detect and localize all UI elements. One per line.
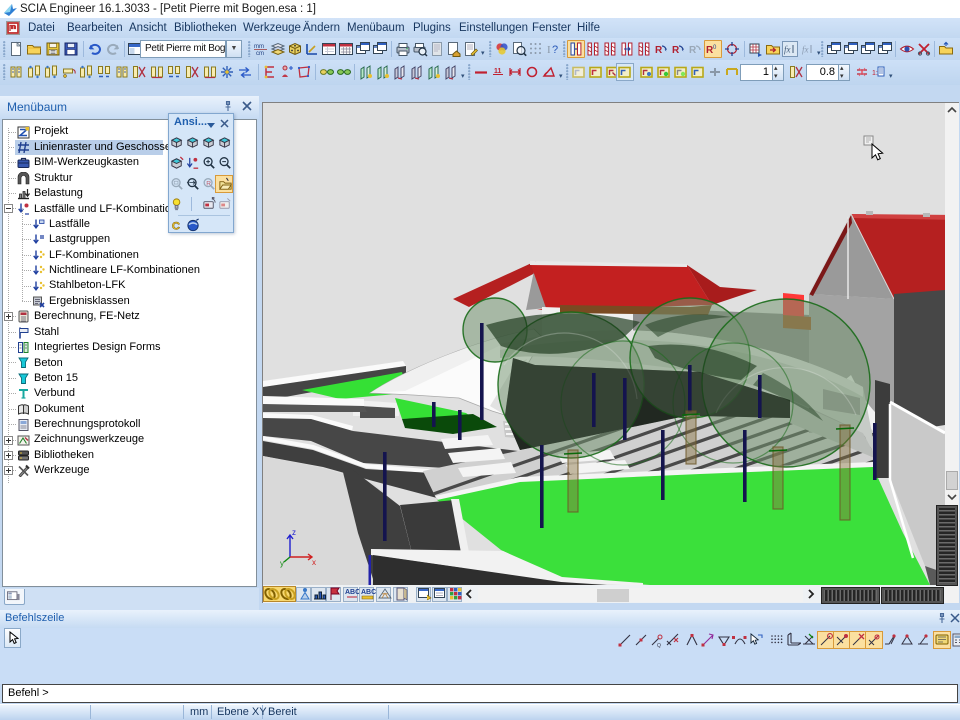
svg-text:R: R	[689, 45, 697, 56]
svg-text:Q: Q	[657, 643, 661, 648]
svg-text:ABC: ABC	[345, 589, 360, 596]
svg-text:z: z	[292, 528, 296, 537]
svg-text:?: ?	[552, 44, 558, 56]
svg-text:x: x	[312, 558, 316, 567]
svg-text:0: 0	[713, 45, 717, 51]
svg-text:C: C	[172, 220, 180, 232]
svg-text:1:: 1:	[872, 70, 878, 77]
svg-text:R: R	[672, 45, 680, 56]
svg-text:I: I	[547, 44, 551, 56]
svg-text:cm: cm	[256, 51, 264, 57]
svg-text:ABC: ABC	[361, 589, 376, 596]
svg-text:R: R	[655, 45, 663, 56]
svg-text:mm: mm	[254, 44, 264, 50]
svg-text:y: y	[280, 559, 284, 568]
svg-text:fx: fx	[784, 45, 791, 55]
svg-text:fx: fx	[802, 45, 809, 55]
svg-text:R: R	[206, 180, 211, 187]
svg-text:11: 11	[494, 68, 502, 75]
